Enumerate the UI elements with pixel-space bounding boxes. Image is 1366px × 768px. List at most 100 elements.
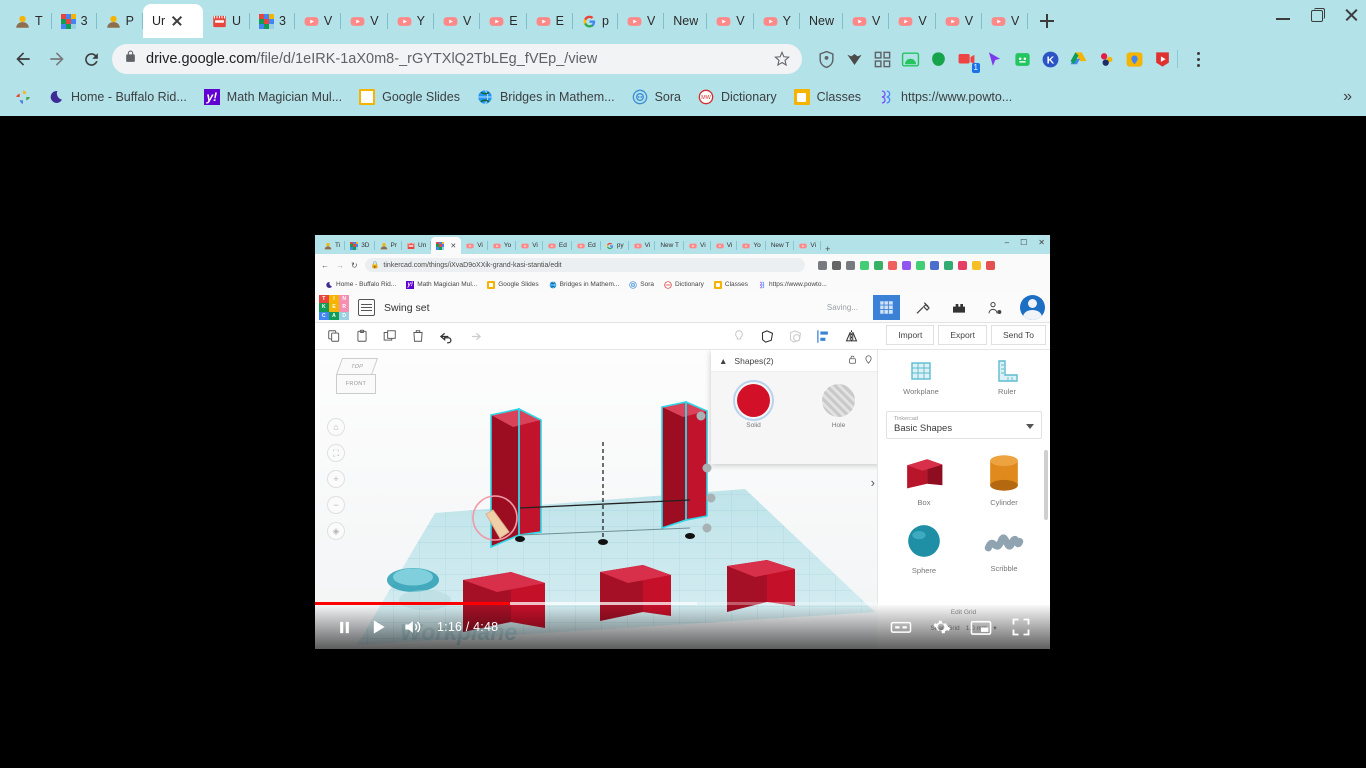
star-icon[interactable] — [774, 50, 790, 67]
close-tab-icon[interactable] — [170, 14, 184, 28]
bookmark-item[interactable]: https://www.powto... — [871, 86, 1019, 108]
hole-hatched-swatch[interactable] — [822, 384, 855, 417]
tab[interactable]: U — [203, 4, 250, 38]
forward-icon[interactable] — [40, 42, 74, 76]
tab[interactable]: 3 — [52, 4, 97, 38]
bookmark-item[interactable]: Classes — [787, 86, 868, 108]
tab[interactable]: V — [889, 4, 936, 38]
tab[interactable]: V — [618, 4, 665, 38]
tab[interactable]: P — [97, 4, 143, 38]
library-shape-sphere[interactable]: Sphere — [884, 515, 964, 583]
paste-icon[interactable] — [349, 325, 375, 347]
tab[interactable]: 3 — [250, 4, 295, 38]
pin-icon[interactable] — [864, 354, 873, 367]
collapse-caret-icon[interactable]: ▲ — [719, 356, 727, 366]
tab[interactable]: V — [295, 4, 342, 38]
settings-gear-button[interactable] — [924, 610, 958, 644]
tab[interactable]: V — [982, 4, 1029, 38]
shield-extension-icon[interactable] — [816, 49, 837, 70]
workplane-tool[interactable]: Workplane — [878, 350, 964, 405]
volume-button[interactable] — [395, 610, 429, 644]
tab[interactable]: E — [527, 4, 573, 38]
bookmarks-overflow-button[interactable]: » — [1343, 88, 1358, 106]
bookmark-item[interactable]: MW Dictionary — [691, 86, 784, 108]
bookmark-item[interactable]: Home - Buffalo Rid... — [41, 86, 194, 108]
miniplayer-button[interactable] — [964, 610, 998, 644]
new-tab-button[interactable] — [1034, 8, 1060, 34]
green-arch-extension-icon[interactable] — [900, 49, 921, 70]
library-shape-scribble[interactable]: Scribble — [964, 515, 1044, 583]
tab[interactable]: New — [664, 4, 708, 38]
fullscreen-button[interactable] — [1004, 610, 1038, 644]
3d-design-grid-icon[interactable] — [873, 295, 900, 320]
maximize-button[interactable] — [1310, 8, 1325, 22]
google-photos-icon[interactable] — [8, 86, 38, 108]
bookmark-item[interactable]: y! Math Magician Mul... — [197, 86, 349, 108]
mirror-icon[interactable] — [838, 325, 864, 347]
group-icon[interactable] — [754, 325, 780, 347]
tab[interactable]: V — [341, 4, 388, 38]
molecule-extension-icon[interactable] — [1096, 49, 1117, 70]
address-bar[interactable]: drive.google.com/file/d/1eIRK-1aX0m8-_rG… — [112, 44, 802, 74]
shape-fill-option[interactable]: Hole — [822, 384, 855, 464]
invite-person-icon[interactable] — [981, 295, 1008, 320]
seesaw-extension-icon[interactable] — [1012, 49, 1033, 70]
shape-fill-option[interactable]: Solid — [733, 380, 774, 464]
grammarly-extension-icon[interactable] — [844, 49, 865, 70]
tab[interactable]: V — [707, 4, 754, 38]
light-bulb-icon[interactable] — [726, 325, 752, 347]
close-window-button[interactable] — [1344, 8, 1358, 22]
bookmark-item[interactable]: Bridges in Mathem... — [470, 86, 622, 108]
duplicate-icon[interactable] — [377, 325, 403, 347]
hamburger-grid-icon[interactable] — [358, 299, 375, 316]
library-scrollbar[interactable] — [1044, 450, 1048, 520]
copy-icon[interactable] — [321, 325, 347, 347]
video-record-extension-icon[interactable] — [1152, 49, 1173, 70]
bookmark-item[interactable]: Sora — [625, 86, 688, 108]
reload-icon[interactable] — [74, 42, 108, 76]
back-icon[interactable] — [6, 42, 40, 76]
shapes-panel[interactable]: ▲ Shapes(2) Solid Hole — [711, 350, 877, 464]
library-shape-box[interactable]: Box — [884, 447, 964, 515]
delete-icon[interactable] — [405, 325, 431, 347]
video-player[interactable]: Ti 3D Pr Un ✕ Vi Yo Vi Ed Ed py Vi New T Vi Vi Yo New … — [315, 235, 1050, 649]
align-icon[interactable] — [810, 325, 836, 347]
google-drive-icon[interactable] — [1068, 49, 1089, 70]
pin-map-extension-icon[interactable] — [1124, 49, 1145, 70]
bookmark-item[interactable]: Google Slides — [352, 86, 467, 108]
tab[interactable]: V — [936, 4, 983, 38]
library-selector[interactable]: Tinkercad Basic Shapes — [886, 411, 1042, 439]
blocks-icon[interactable] — [945, 295, 972, 320]
avatar[interactable] — [1020, 295, 1045, 320]
panel-collapse-arrow-icon[interactable]: › — [871, 475, 875, 490]
solid-red-swatch[interactable] — [733, 380, 774, 421]
tab[interactable]: T — [6, 4, 52, 38]
pause-button[interactable] — [327, 610, 361, 644]
tab[interactable]: New — [800, 4, 843, 38]
tab[interactable]: Y — [754, 4, 800, 38]
apps-grid-icon[interactable] — [872, 49, 893, 70]
tab-active[interactable]: Ur — [142, 4, 203, 38]
tab[interactable]: V — [843, 4, 890, 38]
green-blob-extension-icon[interactable] — [928, 49, 949, 70]
kami-extension-icon[interactable]: K — [1040, 49, 1061, 70]
tab[interactable]: Y — [388, 4, 434, 38]
tab[interactable]: V — [434, 4, 481, 38]
closed-captions-button[interactable] — [884, 610, 918, 644]
ruler-tool[interactable]: Ruler — [964, 350, 1050, 405]
globe-icon — [549, 281, 557, 289]
tab[interactable]: p — [573, 4, 618, 38]
minimize-button[interactable] — [1276, 8, 1290, 22]
screencast-extension-icon[interactable]: 1 — [956, 49, 980, 73]
tab[interactable]: E — [480, 4, 527, 38]
cursor-extension-icon[interactable] — [984, 49, 1005, 70]
undo-icon[interactable] — [433, 325, 459, 347]
project-name[interactable]: Swing set — [384, 302, 430, 314]
film-icon — [407, 242, 415, 250]
play-button[interactable] — [361, 610, 395, 644]
library-shape-cylinder[interactable]: Cylinder — [964, 447, 1044, 515]
kebab-menu-icon[interactable] — [1188, 48, 1208, 70]
codeblocks-hammer-icon[interactable] — [909, 295, 936, 320]
chevron-down-icon[interactable] — [1026, 424, 1034, 429]
unlock-icon[interactable] — [848, 354, 857, 367]
